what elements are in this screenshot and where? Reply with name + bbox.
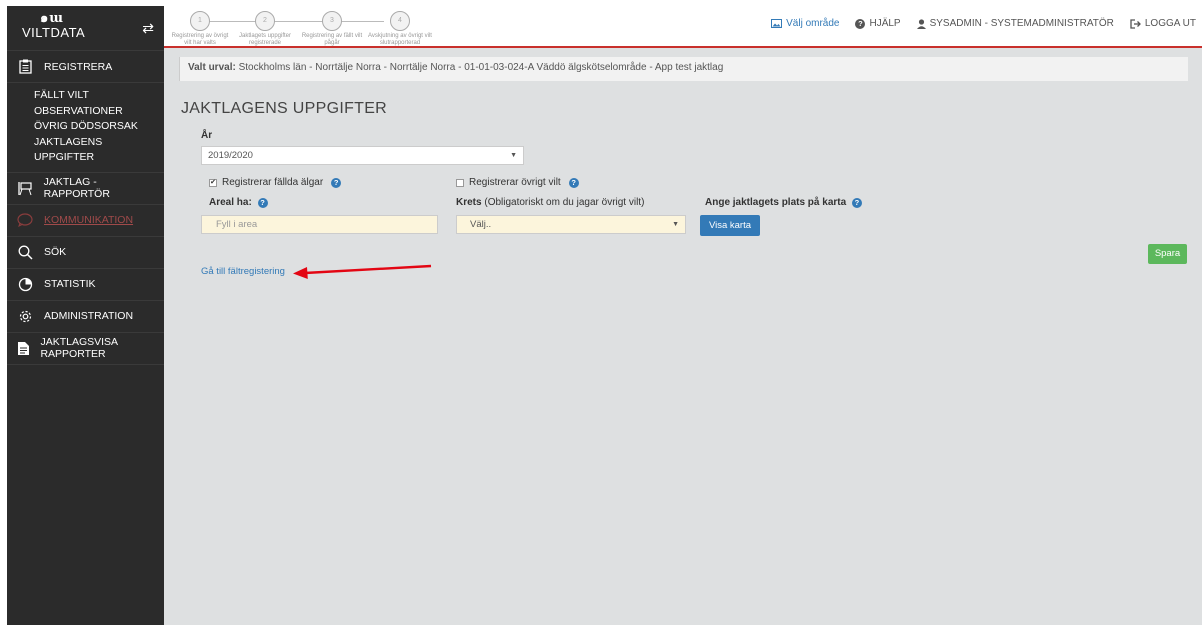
help-icon: ? bbox=[855, 18, 866, 29]
krets-label-text: Krets bbox=[456, 197, 482, 208]
user-label: SYSADMIN - SYSTEMADMINISTRATÖR bbox=[929, 18, 1114, 29]
subnav-ovrig-dodsorsak[interactable]: ÖVRIG DÖDSORSAK bbox=[34, 119, 164, 135]
logo-text: VILTDATA bbox=[22, 25, 86, 40]
clipboard-icon bbox=[13, 59, 37, 74]
checkbox-other-game-label: Registrerar övrigt vilt bbox=[469, 177, 561, 188]
main-content: Valt urval: Stockholms län - Norrtälje N… bbox=[164, 48, 1202, 625]
nav-label: SÖK bbox=[44, 246, 67, 258]
krets-select[interactable]: Välj.. ▼ bbox=[456, 215, 686, 234]
nav-jaktlagsvisa-rapporter[interactable]: JAKTLAGSVISA RAPPORTER bbox=[7, 333, 164, 365]
help-icon[interactable]: ? bbox=[568, 177, 579, 188]
nav-label: REGISTRERA bbox=[44, 60, 113, 73]
chevron-down-icon: ▼ bbox=[672, 221, 679, 228]
logout-icon bbox=[1130, 18, 1141, 29]
help-label: HJÄLP bbox=[869, 18, 901, 29]
choose-area-label: Välj område bbox=[786, 18, 840, 29]
year-label: År bbox=[201, 130, 213, 141]
logout-link[interactable]: LOGGA UT bbox=[1130, 18, 1196, 29]
logo-mark: ๑ɯ bbox=[39, 11, 64, 26]
checkbox-moose[interactable]: ✔ Registrerar fällda älgar ? bbox=[209, 177, 342, 188]
progress-steps: 1 2 3 4 Registrering av övrigt vilt har … bbox=[172, 9, 444, 46]
area-placeholder: Fyll i area bbox=[216, 219, 258, 230]
selection-value: Stockholms län - Norrtälje Norra - Norrt… bbox=[238, 62, 724, 73]
steps-connector bbox=[194, 21, 384, 22]
help-icon[interactable]: ? bbox=[851, 198, 862, 208]
show-map-button[interactable]: Visa karta bbox=[700, 215, 760, 236]
nav-label: ADMINISTRATION bbox=[44, 310, 134, 322]
step-1: 1 bbox=[190, 11, 210, 31]
year-select[interactable]: 2019/2020 ▼ bbox=[201, 146, 524, 165]
checkbox-moose-label: Registrerar fällda älgar bbox=[222, 177, 324, 188]
document-icon bbox=[13, 341, 33, 356]
gear-icon bbox=[13, 309, 37, 324]
krets-label: Krets (Obligatoriskt om du jagar övrigt … bbox=[456, 197, 644, 208]
top-links: Välj område ? HJÄLP SYSADMIN - SYSTEMADM… bbox=[771, 18, 1196, 29]
choose-area-link[interactable]: Välj område bbox=[771, 18, 839, 29]
top-bar: 1 2 3 4 Registrering av övrigt vilt har … bbox=[164, 6, 1202, 48]
help-icon[interactable]: ? bbox=[331, 177, 342, 188]
nav-label: JAKTLAG - RAPPORTÖR bbox=[43, 176, 110, 200]
help-link[interactable]: ? HJÄLP bbox=[855, 18, 901, 29]
krets-note: (Obligatoriskt om du jagar övrigt vilt) bbox=[484, 197, 645, 208]
step-3: 3 bbox=[322, 11, 342, 31]
logo-row: ๑ɯ VILTDATA ⇄ bbox=[7, 6, 164, 51]
krets-value: Välj.. bbox=[470, 219, 492, 230]
nav-label: KOMMUNIKATION bbox=[44, 214, 134, 226]
sidebar: ๑ɯ VILTDATA ⇄ REGISTRERA FÄLLT VILT OBSE… bbox=[7, 6, 164, 625]
step-4: 4 bbox=[390, 11, 410, 31]
step-2-label: Jaktlagets uppgifter registrerade bbox=[238, 33, 292, 46]
page-title: JAKTLAGENS UPPGIFTER bbox=[181, 100, 388, 117]
checkbox-other-game[interactable]: Registrerar övrigt vilt ? bbox=[456, 177, 579, 188]
logout-label: LOGGA UT bbox=[1144, 18, 1196, 29]
chat-bubble-icon bbox=[13, 213, 37, 227]
chevron-down-icon: ▼ bbox=[510, 152, 517, 159]
selection-bar: Valt urval: Stockholms län - Norrtälje N… bbox=[179, 57, 1188, 81]
viltdata-logo[interactable]: ๑ɯ VILTDATA bbox=[22, 11, 86, 40]
checkbox-moose-box[interactable]: ✔ bbox=[209, 178, 217, 187]
nav-administration[interactable]: ADMINISTRATION bbox=[7, 301, 164, 333]
step-4-label: Avskjutning av övrigt vilt slutrapporter… bbox=[368, 33, 432, 46]
search-icon bbox=[13, 245, 37, 260]
registrera-submenu: FÄLLT VILT OBSERVATIONER ÖVRIG DÖDSORSAK… bbox=[7, 83, 164, 173]
nav-kommunikation[interactable]: KOMMUNIKATION bbox=[7, 205, 164, 237]
annotation-arrow-icon bbox=[293, 264, 432, 279]
user-link[interactable]: SYSADMIN - SYSTEMADMINISTRATÖR bbox=[916, 18, 1114, 29]
user-icon bbox=[916, 18, 926, 29]
field-registration-link[interactable]: Gå till fältregistering bbox=[201, 266, 285, 277]
map-label: Ange jaktlagets plats på karta ? bbox=[705, 197, 862, 208]
selection-label: Valt urval: bbox=[188, 62, 236, 73]
save-button[interactable]: Spara bbox=[1148, 244, 1187, 264]
checkbox-other-game-box[interactable] bbox=[456, 178, 464, 187]
nav-sok[interactable]: SÖK bbox=[7, 237, 164, 269]
subnav-jaktlagens-uppgifter[interactable]: JAKTLAGENS UPPGIFTER bbox=[34, 135, 164, 166]
nav-registrera[interactable]: REGISTRERA bbox=[7, 51, 164, 83]
year-value: 2019/2020 bbox=[208, 150, 253, 161]
step-2: 2 bbox=[255, 11, 275, 31]
pie-chart-icon bbox=[13, 277, 37, 292]
area-label-text: Areal ha: bbox=[209, 197, 252, 208]
nav-statistik[interactable]: STATISTIK bbox=[7, 269, 164, 301]
map-label-text: Ange jaktlagets plats på karta bbox=[705, 197, 847, 208]
nav-jaktlag-rapportor[interactable]: JAKTLAG - RAPPORTÖR bbox=[7, 173, 164, 205]
step-1-label: Registrering av övrigt vilt har valts bbox=[171, 33, 229, 46]
help-icon[interactable]: ? bbox=[257, 198, 268, 208]
nav-label: STATISTIK bbox=[44, 278, 96, 290]
step-3-label: Registrering av fällt vilt pågår bbox=[301, 33, 363, 46]
swap-arrows-icon[interactable]: ⇄ bbox=[142, 20, 154, 37]
image-icon bbox=[771, 19, 783, 28]
area-label: Areal ha: ? bbox=[209, 197, 268, 208]
subnav-observationer[interactable]: OBSERVATIONER bbox=[34, 104, 164, 120]
area-input[interactable]: Fyll i area bbox=[201, 215, 438, 234]
easel-icon bbox=[13, 181, 37, 196]
subnav-fallt-vilt[interactable]: FÄLLT VILT bbox=[34, 88, 164, 104]
nav-label: JAKTLAGSVISA RAPPORTER bbox=[40, 336, 118, 360]
